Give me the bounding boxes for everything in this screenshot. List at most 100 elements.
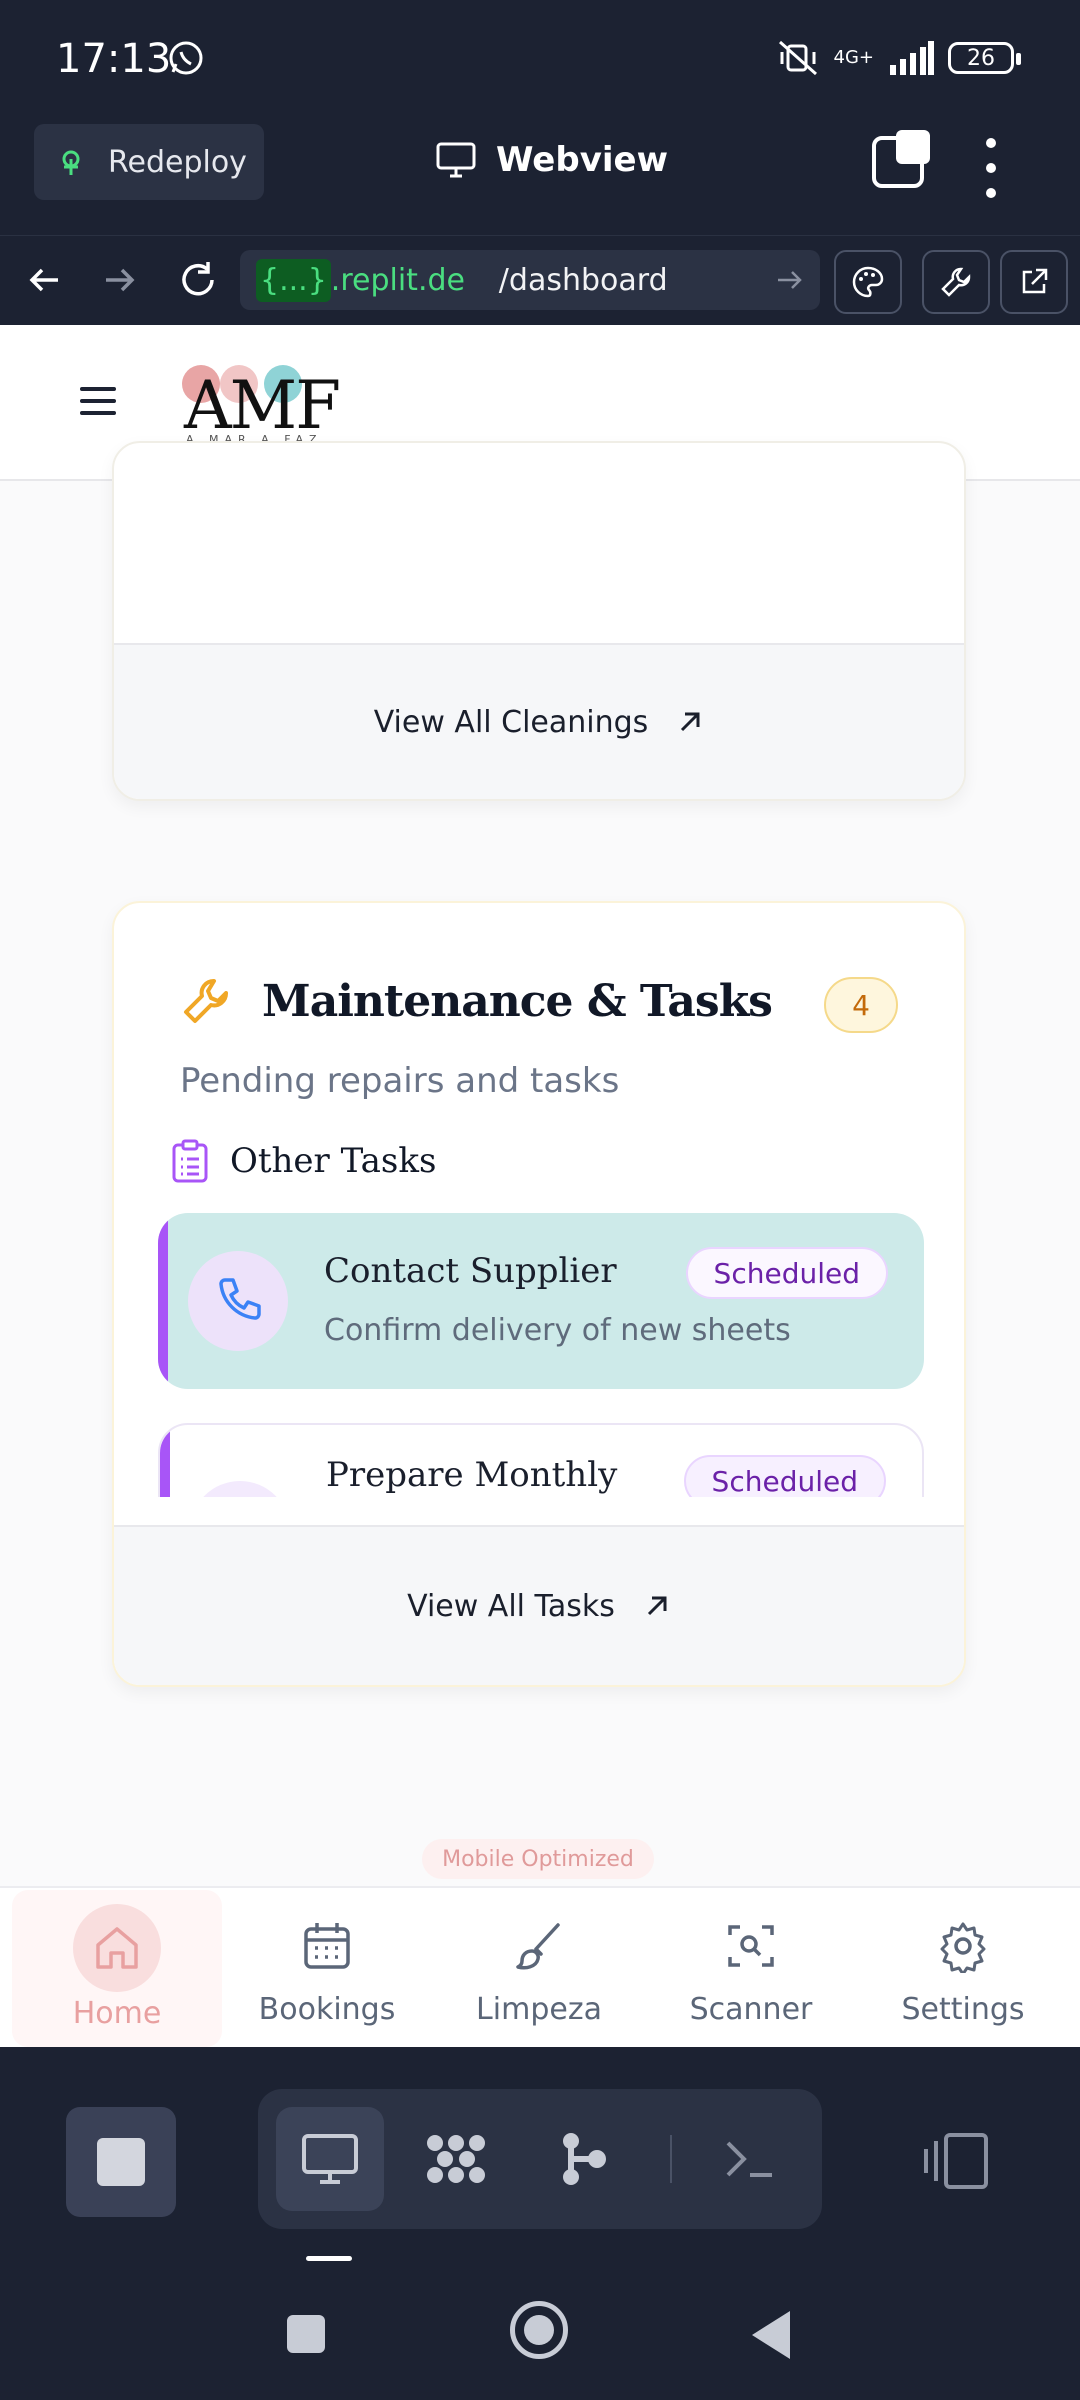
wrench-icon [184, 979, 228, 1023]
url-input[interactable]: {...} .replit.de /dashboard [240, 250, 820, 310]
nav-scanner[interactable]: Scanner [646, 1888, 856, 2047]
battery-indicator: 26 [948, 42, 1021, 74]
reload-icon[interactable] [176, 258, 220, 302]
stop-icon [97, 2138, 145, 2186]
replit-header: Redeploy Webview [0, 120, 1080, 235]
palette-button[interactable] [834, 250, 902, 314]
go-arrow-icon[interactable] [774, 264, 806, 296]
shell-tool-button[interactable] [696, 2107, 804, 2211]
back-button[interactable] [752, 2311, 790, 2359]
url-host: .replit.de [330, 262, 465, 298]
agent-tool-button[interactable] [402, 2107, 510, 2211]
home-icon [96, 1927, 138, 1969]
status-badge: Scheduled [683, 1455, 886, 1497]
toolbar-divider [670, 2135, 672, 2183]
redeploy-button[interactable]: Redeploy [34, 124, 264, 200]
whatsapp-icon [169, 41, 203, 75]
monitor-icon [302, 2134, 358, 2184]
tabs-button[interactable] [872, 130, 930, 188]
task-list: Contact Supplier Confirm delivery of new… [158, 1213, 924, 1497]
maintenance-title: Maintenance & Tasks [262, 975, 773, 1027]
url-toolbar: {...} .replit.de /dashboard [0, 235, 1080, 325]
bottom-nav: Home Bookings Limpeza Scanner Settings [0, 1886, 1080, 2047]
recents-button[interactable] [287, 2315, 325, 2353]
webview: AMF A MAR A FAZ View All Cleanings Maint… [0, 325, 1080, 2047]
maintenance-card: Maintenance & Tasks 4 Pending repairs an… [112, 901, 966, 1687]
deploy-icon [62, 150, 80, 175]
task-description: Confirm delivery of new sheets [324, 1313, 791, 1348]
terminal-icon [726, 2141, 772, 2177]
task-count-badge: 4 [824, 977, 898, 1033]
nav-settings[interactable]: Settings [858, 1888, 1068, 2047]
active-tool-indicator [306, 2256, 352, 2261]
git-tool-button[interactable] [530, 2107, 638, 2211]
scan-icon [728, 1925, 774, 1967]
view-all-cleanings-label: View All Cleanings [373, 704, 649, 740]
nav-bookings-label: Bookings [258, 1992, 396, 2027]
view-all-tasks-button[interactable]: View All Tasks [114, 1525, 964, 1685]
mobile-optimized-badge: Mobile Optimized [422, 1839, 654, 1879]
nav-home[interactable]: Home [12, 1890, 222, 2047]
url-host-code: {...} [256, 258, 331, 302]
redeploy-label: Redeploy [108, 144, 247, 180]
task-accent-bar [158, 1213, 168, 1389]
view-all-cleanings-button[interactable]: View All Cleanings [114, 643, 964, 799]
nav-limpeza-label: Limpeza [476, 1992, 602, 2027]
status-icons: 4G+ 26 [776, 38, 1021, 78]
external-link-icon [1022, 268, 1048, 294]
signal-icon [890, 41, 934, 75]
phone-icon [219, 1278, 261, 1320]
task-title: Prepare Monthly [326, 1455, 618, 1495]
nav-scanner-label: Scanner [689, 1992, 813, 2027]
status-badge: Scheduled [685, 1247, 888, 1299]
nav-bookings[interactable]: Bookings [222, 1888, 432, 2047]
view-all-tasks-label: View All Tasks [407, 1588, 615, 1624]
layout-toggle-icon[interactable] [924, 2131, 992, 2191]
nav-limpeza[interactable]: Limpeza [434, 1888, 644, 2047]
more-menu-icon[interactable] [986, 138, 998, 198]
task-accent-bar [160, 1425, 170, 1497]
forward-arrow-icon[interactable] [98, 258, 142, 302]
network-type: 4G+ [833, 47, 874, 68]
status-bar: 17:13 4G+ 26 [0, 0, 1080, 120]
brush-icon [516, 1923, 560, 1970]
task-icon-circle [188, 1251, 288, 1351]
other-tasks-title: Other Tasks [230, 1141, 437, 1181]
webview-tool-button[interactable] [276, 2107, 384, 2211]
arrow-up-right-icon [647, 1596, 667, 1616]
clipboard-list-icon [172, 1139, 208, 1183]
agent-icon [427, 2135, 485, 2183]
gear-icon [940, 1922, 986, 1973]
open-external-button[interactable] [1000, 250, 1068, 314]
palette-icon [852, 266, 884, 298]
webview-title: Webview [436, 140, 668, 180]
home-button[interactable] [510, 2301, 568, 2359]
maintenance-subtitle: Pending repairs and tasks [180, 1061, 620, 1101]
wrench-icon [941, 267, 971, 297]
mute-vibrate-icon [778, 40, 817, 76]
hamburger-menu-icon[interactable] [80, 387, 116, 415]
maintenance-header: Maintenance & Tasks [180, 975, 773, 1027]
other-tasks-header: Other Tasks [170, 1139, 436, 1183]
task-title: Contact Supplier [324, 1251, 617, 1291]
nav-settings-label: Settings [901, 1992, 1025, 2027]
monitor-icon [436, 142, 476, 178]
stop-button[interactable] [66, 2107, 176, 2217]
url-path: /dashboard [498, 262, 668, 298]
git-branch-icon [563, 2133, 606, 2185]
task-item[interactable]: Prepare Monthly Scheduled [158, 1423, 924, 1497]
dashboard-content: View All Cleanings Maintenance & Tasks 4… [0, 441, 1080, 2047]
replit-toolbar [0, 2047, 1080, 2267]
amf-logo[interactable]: AMF A MAR A FAZ [180, 363, 350, 447]
back-arrow-icon[interactable] [22, 258, 66, 302]
task-icon-circle [190, 1481, 290, 1497]
devtools-button[interactable] [922, 250, 990, 314]
cleanings-card: View All Cleanings [112, 441, 966, 801]
arrow-up-right-icon [681, 712, 700, 732]
task-item[interactable]: Contact Supplier Confirm delivery of new… [158, 1213, 924, 1389]
clock: 17:13 [56, 36, 172, 82]
calendar-icon [304, 1923, 350, 1969]
android-nav-bar [0, 2267, 1080, 2400]
tool-switcher [258, 2089, 822, 2229]
nav-home-label: Home [72, 1996, 162, 2031]
